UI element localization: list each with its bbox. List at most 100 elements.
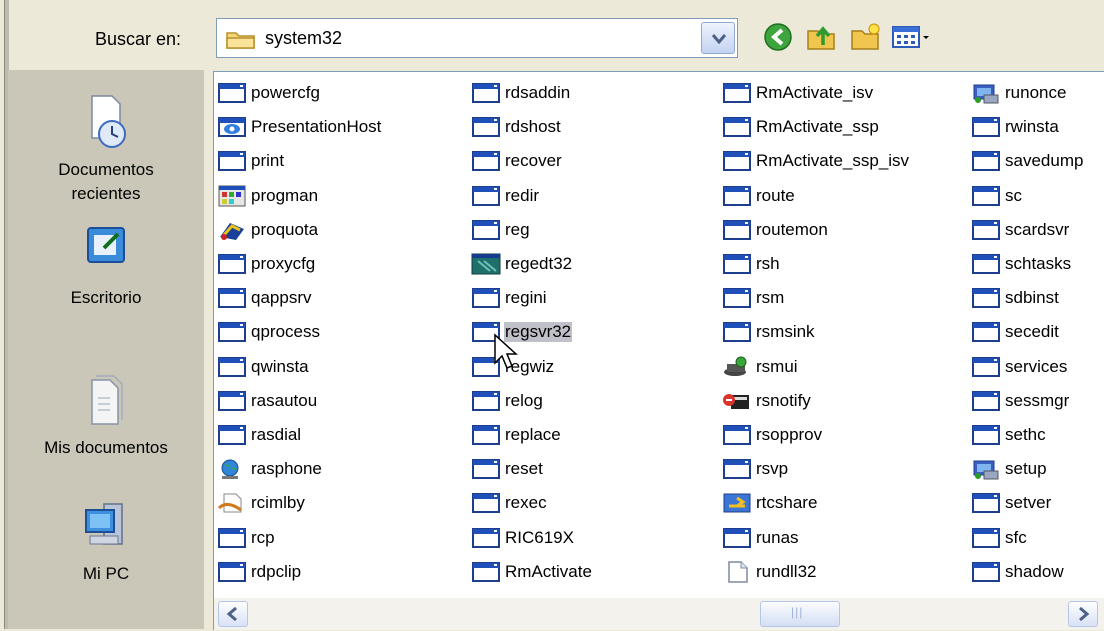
setup-icon [973,84,999,104]
file-item[interactable]: print [216,149,285,173]
file-item[interactable]: redir [470,184,540,208]
file-item-label: powercfg [251,83,320,102]
application-icon [723,425,751,445]
look-in-dropdown-button[interactable] [701,22,735,54]
file-item[interactable]: savedump [970,149,1084,173]
place-my-documents[interactable]: Mis documentos [8,360,204,460]
application-icon [472,151,500,171]
file-item[interactable]: RmActivate [470,560,593,584]
file-item-label: rsmui [756,357,798,376]
file-item[interactable]: rcp [216,526,276,550]
file-item[interactable]: RmActivate_isv [721,81,874,105]
file-item[interactable]: rexec [470,491,548,515]
file-item[interactable]: rasphone [216,457,323,481]
file-item[interactable]: sethc [970,423,1047,447]
file-item-label: replace [505,425,561,444]
file-item-label: rcimlby [251,493,305,512]
file-item[interactable]: rcimlby [216,491,306,515]
file-item[interactable]: rdpclip [216,560,302,584]
my-computer-icon [85,503,123,545]
file-item[interactable]: proquota [216,218,319,242]
file-item[interactable]: rsh [721,252,781,276]
file-item[interactable]: rtcshare [721,491,818,515]
file-item[interactable]: PresentationHost [216,115,382,139]
file-item[interactable]: setup [970,457,1048,481]
horizontal-scrollbar[interactable]: ||| [214,598,1104,630]
application-icon [723,528,751,548]
file-list[interactable]: ||| powercfg PresentationHost print progman… [213,71,1104,630]
globe-icon [221,459,239,479]
application-icon [472,493,500,513]
file-item[interactable]: services [970,355,1068,379]
file-item-label: runas [756,528,799,547]
file-item[interactable]: setver [970,491,1052,515]
file-item[interactable]: RmActivate_ssp_isv [721,149,910,173]
file-item[interactable]: regsvr32 [470,320,573,344]
file-item-label: print [251,151,285,170]
application-icon [218,528,246,548]
file-item[interactable]: rdshost [470,115,562,139]
file-item-label: rsmsink [756,322,815,341]
file-item[interactable]: shadow [970,560,1065,584]
scrollbar-thumb[interactable]: ||| [760,601,840,627]
file-item-label: regini [505,288,547,307]
file-item[interactable]: secedit [970,320,1060,344]
file-item[interactable]: progman [216,184,319,208]
file-item[interactable]: qprocess [216,320,321,344]
file-item[interactable]: rundll32 [721,560,818,584]
file-item[interactable]: rdsaddin [470,81,571,105]
file-item[interactable]: regini [470,286,548,310]
file-item[interactable]: runonce [970,81,1067,105]
file-item[interactable]: sdbinst [970,286,1060,310]
back-icon[interactable] [762,21,798,53]
place-recent-documents[interactable]: Documentos recientes [8,90,204,206]
file-item[interactable]: rwinsta [970,115,1060,139]
file-item[interactable]: RmActivate_ssp [721,115,880,139]
file-item[interactable]: regedt32 [470,252,573,276]
application-icon [472,288,500,308]
application-icon [972,493,1000,513]
file-item-label: sc [1005,186,1022,205]
file-item[interactable]: rsmsink [721,320,816,344]
scroll-left-button[interactable] [218,601,248,627]
file-item[interactable]: rsnotify [721,389,812,413]
new-folder-icon[interactable] [848,21,884,53]
file-item[interactable]: rasautou [216,389,318,413]
views-menu-icon[interactable] [890,21,934,53]
file-item[interactable]: proxycfg [216,252,316,276]
file-item[interactable]: rsopprov [721,423,823,447]
file-item[interactable]: relog [470,389,544,413]
file-item[interactable]: rsmui [721,355,799,379]
file-item[interactable]: qappsrv [216,286,312,310]
look-in-combobox[interactable]: system32 [216,18,738,58]
application-icon [723,322,751,342]
file-item[interactable]: recover [470,149,563,173]
file-item[interactable]: route [721,184,796,208]
scroll-right-button[interactable] [1068,601,1098,627]
file-item-label: recover [505,151,562,170]
file-item[interactable]: powercfg [216,81,321,105]
file-item[interactable]: sfc [970,526,1028,550]
file-item[interactable]: RIC619X [470,526,575,550]
application-icon [472,562,500,582]
file-item[interactable]: reg [470,218,531,242]
file-item[interactable]: routemon [721,218,829,242]
file-item[interactable]: schtasks [970,252,1072,276]
file-item[interactable]: rsm [721,286,785,310]
application-icon [723,254,751,274]
look-in-value: system32 [265,28,343,48]
file-item[interactable]: sc [970,184,1023,208]
place-my-computer[interactable]: Mi PC [8,494,204,586]
file-item[interactable]: runas [721,526,800,550]
file-item[interactable]: reset [470,457,544,481]
file-item-label: sessmgr [1005,391,1070,410]
file-item[interactable]: replace [470,423,562,447]
file-item[interactable]: rsvp [721,457,789,481]
up-folder-icon[interactable] [804,21,840,53]
file-item-label: reset [505,459,543,478]
place-desktop[interactable]: Escritorio [8,222,204,310]
file-item[interactable]: scardsvr [970,218,1070,242]
file-item[interactable]: sessmgr [970,389,1070,413]
file-item[interactable]: rasdial [216,423,302,447]
file-item[interactable]: qwinsta [216,355,310,379]
